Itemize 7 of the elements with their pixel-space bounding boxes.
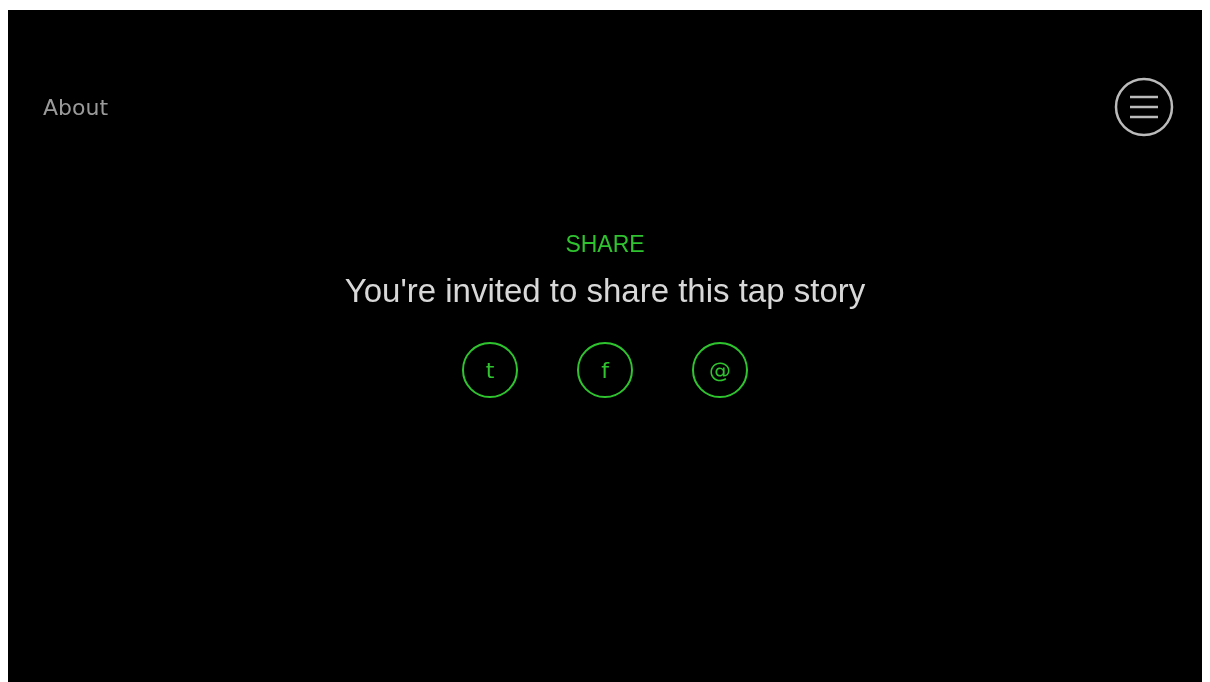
share-message: You're invited to share this tap story (344, 272, 866, 310)
about-link[interactable]: About (43, 94, 109, 120)
share-button[interactable]: f (577, 342, 633, 398)
share-heading: SHARE (565, 231, 645, 258)
share-button[interactable]: t (462, 342, 518, 398)
share-button[interactable]: @ (692, 342, 748, 398)
menu-icon[interactable] (1114, 77, 1174, 137)
